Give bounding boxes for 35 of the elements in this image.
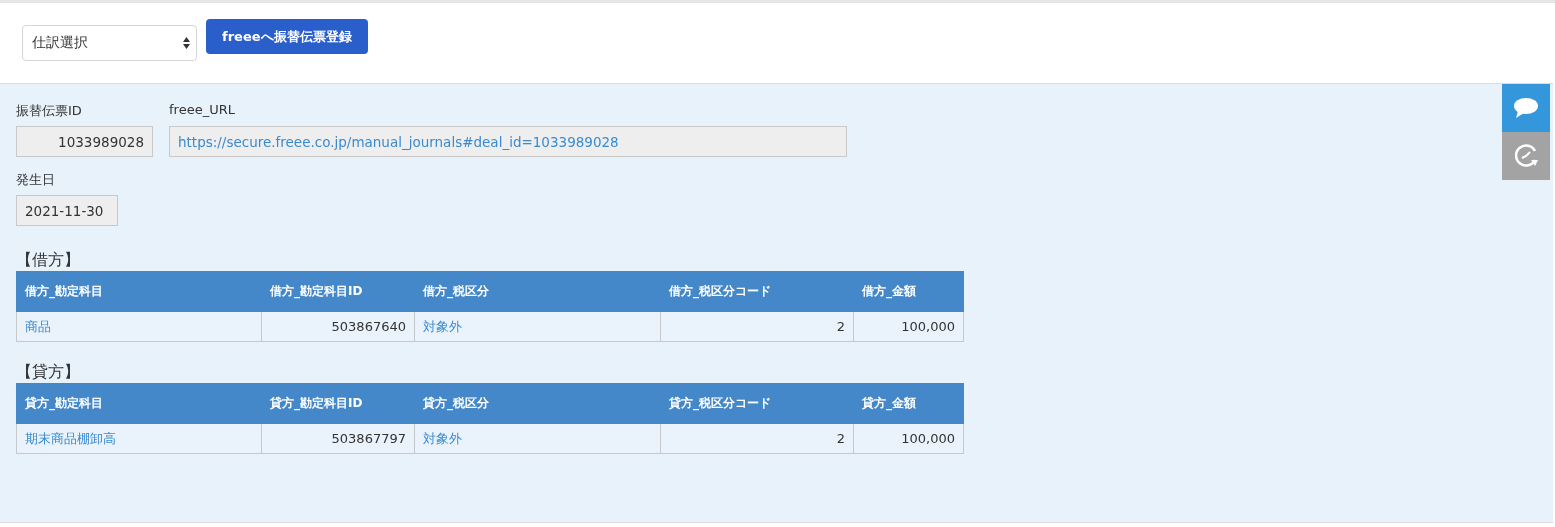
speech-bubble-icon bbox=[1514, 98, 1538, 118]
date-field[interactable]: 2021-11-30 bbox=[16, 195, 118, 226]
column-header: 貸方_勘定科目 bbox=[16, 383, 262, 424]
column-header: 貸方_税区分 bbox=[414, 383, 661, 424]
table-cell: 100,000 bbox=[853, 423, 964, 454]
column-header: 借方_税区分 bbox=[414, 271, 661, 312]
journal-select[interactable]: 仕訳選択 bbox=[22, 25, 197, 61]
table-cell: 2 bbox=[660, 311, 854, 342]
column-header: 借方_金額 bbox=[853, 271, 964, 312]
link-cell[interactable]: 期末商品棚卸高 bbox=[16, 423, 262, 454]
link-cell[interactable]: 対象外 bbox=[414, 311, 661, 342]
section-heading: 【貸方】 bbox=[16, 362, 80, 381]
column-header: 貸方_金額 bbox=[853, 383, 964, 424]
history-button[interactable] bbox=[1502, 132, 1550, 180]
chat-button[interactable] bbox=[1502, 84, 1550, 132]
field-label: 発生日 bbox=[16, 171, 55, 189]
sort-arrows-icon bbox=[183, 37, 190, 49]
url-field[interactable]: https://secure.freee.co.jp/manual_journals#deal_id=1033989028 bbox=[169, 126, 847, 157]
field-label: freee_URL bbox=[169, 102, 236, 119]
table-cell: 503867797 bbox=[261, 423, 415, 454]
table-cell: 100,000 bbox=[853, 311, 964, 342]
table-cell: 2 bbox=[660, 423, 854, 454]
link-cell[interactable]: 商品 bbox=[16, 311, 262, 342]
section-heading: 【借方】 bbox=[16, 250, 80, 269]
register-button[interactable]: freeeへ振替伝票登録 bbox=[206, 19, 368, 54]
column-header: 借方_勘定科目 bbox=[16, 271, 262, 312]
column-header: 貸方_税区分コード bbox=[660, 383, 854, 424]
column-header: 借方_税区分コード bbox=[660, 271, 854, 312]
table-cell: 503867640 bbox=[261, 311, 415, 342]
column-header: 貸方_勘定科目ID bbox=[261, 383, 415, 424]
id-field[interactable]: 1033989028 bbox=[16, 126, 153, 157]
field-label: 振替伝票ID bbox=[16, 102, 83, 120]
column-header: 借方_勘定科目ID bbox=[261, 271, 415, 312]
clock-icon bbox=[1513, 143, 1539, 169]
link-cell[interactable]: 対象外 bbox=[414, 423, 661, 454]
